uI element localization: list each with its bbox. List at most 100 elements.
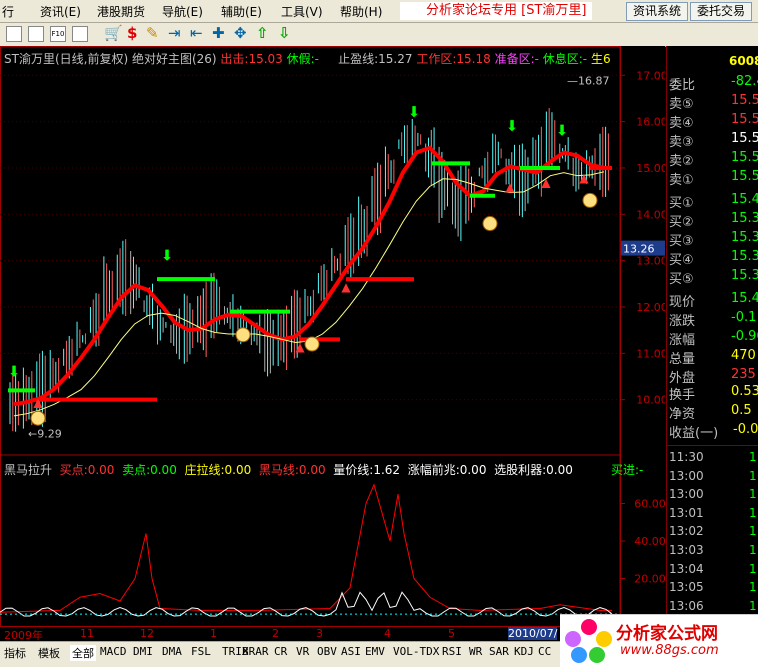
quote-label: 现价 — [669, 295, 696, 310]
plus-icon[interactable]: ✚ — [212, 24, 225, 42]
live-value: 生6 — [590, 52, 611, 66]
pen-icon[interactable]: ✎ — [146, 24, 159, 42]
tick-row: 13:01 1 — [669, 506, 758, 524]
last-price-label: 13.26 — [623, 243, 655, 256]
quote-value: 15.5 — [731, 169, 758, 184]
tick-row: 13:05 1 — [669, 580, 758, 598]
report-icon[interactable] — [72, 26, 88, 42]
tab-dma[interactable]: DMA — [162, 645, 182, 658]
tick-value: 1 — [749, 450, 757, 464]
quote-row: 卖④ 15.5 — [669, 112, 758, 131]
tab-asi[interactable]: ASI — [341, 645, 361, 658]
quote-row: 总量 470 — [669, 348, 758, 367]
indicator-header: 黑马拉升 买点:0.00 卖点:0.00 庄拉线:0.00 黑马线:0.00 量… — [4, 461, 643, 478]
cart-icon[interactable]: 🛒 — [104, 24, 123, 42]
main-chart-title: ST渝万里(日线,前复权) 绝对好主图(26) — [4, 52, 217, 66]
tab-模板[interactable]: 模板 — [38, 645, 60, 661]
tab-wr[interactable]: WR — [469, 645, 482, 658]
menu-item-assist[interactable]: 辅助(E) — [221, 3, 262, 20]
quote-value: 15.3 — [731, 211, 758, 226]
date-label: 4 — [384, 627, 391, 640]
tab-kdj[interactable]: KDJ — [514, 645, 534, 658]
y-tick-label: 15.00 — [636, 162, 665, 175]
tick-value: 1 — [749, 468, 757, 483]
quote-row: 委比 -82.40 — [669, 74, 758, 93]
tick-value: 1 — [749, 524, 757, 539]
quote-label: 总量 — [669, 352, 696, 367]
menu-item-trade[interactable]: 行 — [2, 3, 14, 20]
up-arrow-icon: ▲ — [579, 171, 589, 185]
y-tick-label: 40.00 — [634, 535, 665, 548]
stock-code: 600847 — [729, 54, 758, 68]
quote-label: 卖④ — [669, 116, 694, 131]
quote-value: -0.01 — [733, 422, 758, 437]
watermark-title: 分析家公式网 — [616, 624, 718, 644]
quote-label: 涨幅 — [669, 333, 696, 348]
menu-item-hk-futures[interactable]: 港股期货 — [97, 3, 145, 20]
tick-row: 13:00 1 — [669, 487, 758, 505]
indicator-name[interactable]: 黑马拉升 — [4, 463, 52, 477]
down-arrow-icon: ⬇ — [506, 117, 519, 135]
date-label: 2010/07/ — [508, 627, 558, 640]
chart-canvas[interactable]: 10.00 11.00 12.00 13.00 14.00 15.00 16.00 17.00… — [0, 46, 665, 646]
date-label: 2 — [272, 627, 279, 640]
quote-value: 15.4 — [731, 291, 758, 306]
tab-cc[interactable]: CC — [538, 645, 551, 658]
f10-icon[interactable]: F10 — [50, 26, 66, 42]
tick-time: 13:04 — [669, 561, 704, 576]
tab-brar[interactable]: BRAR — [242, 645, 269, 658]
up-arrow-icon: ▲ — [541, 175, 551, 189]
chart-area[interactable]: 10.00 11.00 12.00 13.00 14.00 15.00 16.00 17.00… — [0, 46, 665, 646]
xuangu-line: 选股利器:0.00 — [494, 463, 573, 477]
tick-row: 13:02 1 — [669, 524, 758, 542]
move-icon[interactable]: ✥ — [234, 24, 247, 42]
import-icon[interactable]: ⇥ — [168, 24, 181, 42]
quote-value: -0.1 — [731, 310, 757, 325]
buyin-line: 买进:- — [611, 463, 644, 477]
tab-vol-tdx[interactable]: VOL-TDX — [393, 645, 439, 658]
menu-item-tools[interactable]: 工具(V) — [281, 3, 323, 20]
tab-obv[interactable]: OBV — [317, 645, 337, 658]
tab-rsi[interactable]: RSI — [442, 645, 462, 658]
quote-row: 卖⑤ 15.5 — [669, 93, 758, 112]
quote-value: 15.3 — [731, 249, 758, 264]
quote-value: 235 — [731, 367, 756, 382]
high-label: —16.87 — [567, 74, 610, 87]
quote-value: 470 — [731, 348, 756, 363]
zhangfu-line: 涨幅前兆:0.00 — [407, 463, 487, 477]
news-system-button[interactable]: 资讯系统 — [626, 2, 688, 21]
liangjia-line: 量价线:1.62 — [333, 463, 401, 477]
y-tick-label: 17.00 — [636, 69, 665, 82]
export-icon[interactable]: ⇤ — [190, 24, 203, 42]
tab-sar[interactable]: SAR — [489, 645, 509, 658]
chart-icon[interactable] — [6, 26, 22, 42]
trade-button[interactable]: 委托交易 — [690, 2, 752, 21]
tab-fsl[interactable]: FSL — [191, 645, 211, 658]
quote-label: 收益(一) — [669, 426, 719, 441]
sell-point: 卖点:0.00 — [122, 463, 177, 477]
tab-dmi[interactable]: DMI — [133, 645, 153, 658]
quote-label: 换手 — [669, 388, 696, 403]
tab-macd[interactable]: MACD — [100, 645, 127, 658]
grid-icon[interactable] — [28, 26, 44, 42]
date-label: 12 — [140, 627, 154, 640]
down-arrow-icon[interactable]: ⇩ — [278, 24, 291, 42]
up-arrow-icon[interactable]: ⇧ — [256, 24, 269, 42]
menu-item-navigate[interactable]: 导航(E) — [162, 3, 203, 20]
tab-vr[interactable]: VR — [296, 645, 309, 658]
quote-panel: 600847 委比-82.40卖⑤15.5卖④15.5卖③15.5卖②15.5卖… — [666, 46, 758, 666]
quote-value: 15.5 — [731, 112, 758, 127]
tab-emv[interactable]: EMV — [365, 645, 385, 658]
menu-item-help[interactable]: 帮助(H) — [340, 3, 382, 20]
tab-指标[interactable]: 指标 — [4, 645, 26, 661]
menu-item-news[interactable]: 资讯(E) — [40, 3, 81, 20]
smiley-icon — [304, 336, 320, 352]
liangjia-series — [0, 591, 613, 617]
low-label: ←9.29 — [28, 428, 62, 441]
tick-value: 1 — [749, 598, 757, 613]
tab-全部[interactable]: 全部 — [70, 645, 96, 661]
quote-row: 现价 15.4 — [669, 291, 758, 310]
tab-cr[interactable]: CR — [274, 645, 287, 658]
dollar-icon[interactable]: $ — [127, 24, 137, 42]
tick-row: 13:04 1 — [669, 562, 758, 580]
